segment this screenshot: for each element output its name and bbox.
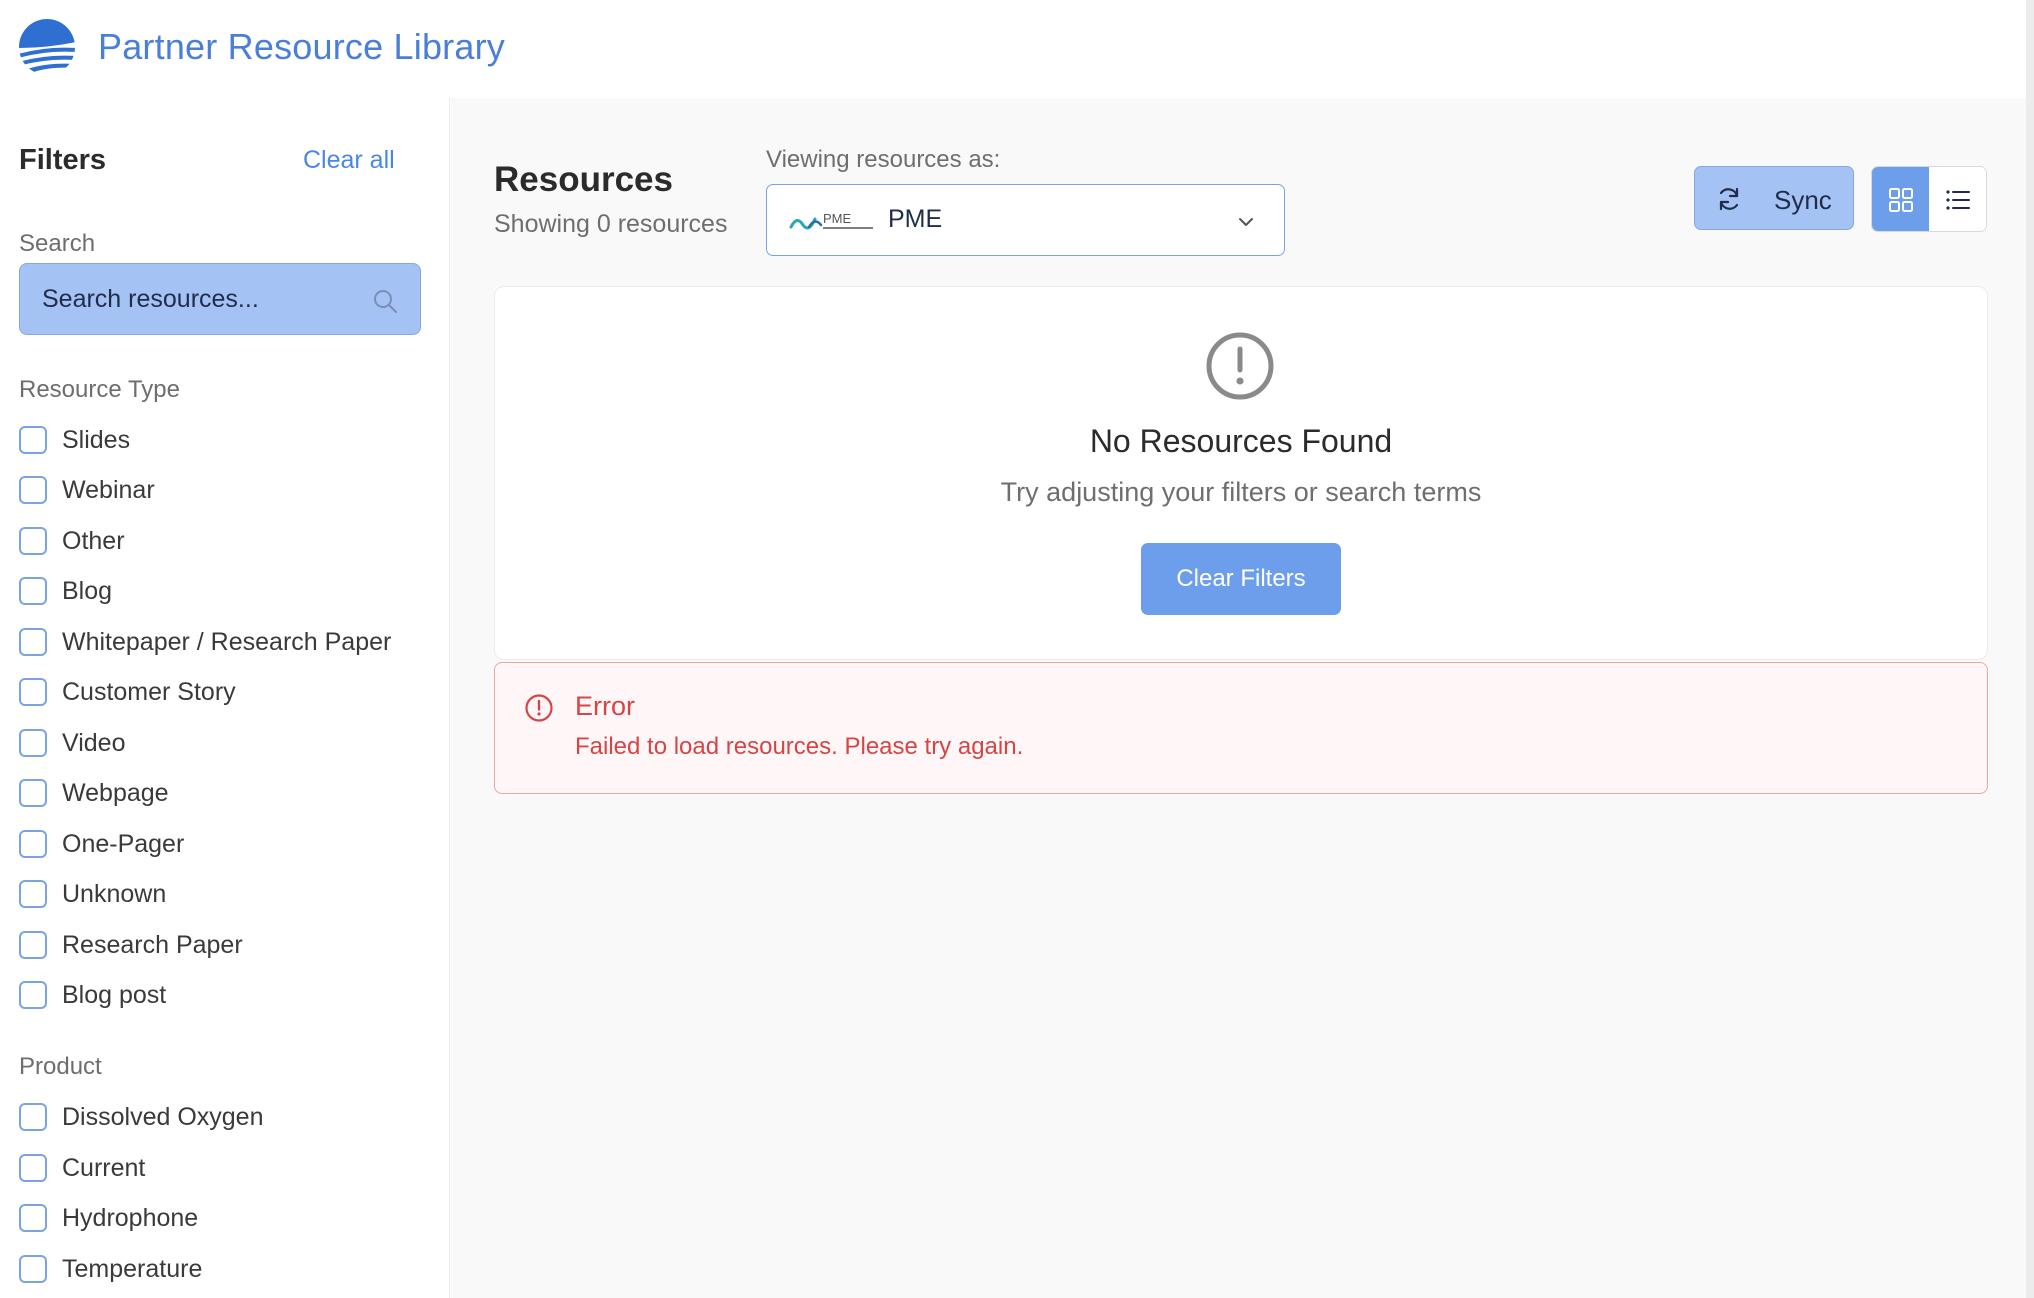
checkbox[interactable]	[19, 830, 47, 858]
checkbox[interactable]	[19, 729, 47, 757]
checkbox[interactable]	[19, 931, 47, 959]
filter-current[interactable]: Current	[19, 1151, 145, 1185]
error-message: Failed to load resources. Please try aga…	[575, 733, 1024, 760]
filter-label: Blog post	[62, 980, 167, 1009]
checkbox[interactable]	[19, 577, 47, 605]
checkbox[interactable]	[19, 527, 47, 555]
filter-webinar[interactable]: Webinar	[19, 473, 155, 507]
error-alert: Error Failed to load resources. Please t…	[494, 662, 1988, 794]
clear-filters-button[interactable]: Clear Filters	[1141, 543, 1341, 615]
alert-circle-icon	[1206, 332, 1274, 400]
empty-state-card: No Resources Found Try adjusting your fi…	[494, 286, 1988, 660]
filter-other[interactable]: Other	[19, 524, 125, 558]
filter-blog[interactable]: Blog	[19, 574, 112, 608]
checkbox[interactable]	[19, 476, 47, 504]
filter-hydrophone[interactable]: Hydrophone	[19, 1201, 198, 1235]
filter-label: Customer Story	[62, 677, 236, 706]
empty-state-subtitle: Try adjusting your filters or search ter…	[1000, 477, 1482, 507]
view-toggle	[1871, 166, 1987, 232]
pme-logo-text: PME	[823, 211, 852, 226]
filter-research-paper[interactable]: Research Paper	[19, 928, 243, 962]
chevron-down-icon	[1239, 218, 1253, 226]
sync-button[interactable]: Sync	[1694, 166, 1854, 230]
filters-sidebar: Filters Clear all Search Resource Type S…	[0, 98, 450, 1298]
app-title: Partner Resource Library	[98, 26, 505, 67]
checkbox[interactable]	[19, 779, 47, 807]
pme-logo-icon: PME	[789, 211, 873, 230]
sync-label: Sync	[1774, 185, 1832, 215]
grid-icon	[1889, 188, 1913, 212]
search-input[interactable]	[42, 264, 362, 334]
page-title: Resources	[494, 160, 673, 199]
checkbox[interactable]	[19, 678, 47, 706]
filter-video[interactable]: Video	[19, 726, 126, 760]
checkbox[interactable]	[19, 1255, 47, 1283]
filter-label: Dissolved Oxygen	[62, 1102, 264, 1131]
resource-count: Showing 0 resources	[494, 210, 728, 238]
checkbox[interactable]	[19, 1103, 47, 1131]
checkbox[interactable]	[19, 981, 47, 1009]
error-circle-icon	[525, 694, 553, 722]
empty-state-title: No Resources Found	[1089, 423, 1393, 459]
filter-label: Video	[62, 728, 126, 757]
filter-dissolved-oxygen[interactable]: Dissolved Oxygen	[19, 1100, 263, 1134]
filter-label: Blog	[62, 576, 113, 605]
filter-customer-story[interactable]: Customer Story	[19, 675, 236, 709]
clear-all-link[interactable]: Clear all	[303, 146, 395, 175]
grid-view-button[interactable]	[1872, 167, 1929, 231]
list-view-button[interactable]	[1929, 167, 1986, 231]
filter-slides[interactable]: Slides	[19, 423, 130, 457]
filter-label: Whitepaper / Research Paper	[62, 627, 392, 656]
filter-webpage[interactable]: Webpage	[19, 776, 169, 810]
filter-unknown[interactable]: Unknown	[19, 877, 166, 911]
filter-whitepaper[interactable]: Whitepaper / Research Paper	[19, 625, 391, 659]
filter-label: Other	[62, 526, 125, 555]
filter-label: Research Paper	[62, 930, 243, 959]
filters-title: Filters	[19, 144, 107, 176]
viewing-as-label: Viewing resources as:	[766, 146, 1001, 173]
checkbox[interactable]	[19, 426, 47, 454]
resource-type-label: Resource Type	[19, 376, 180, 403]
filter-label: Hydrophone	[62, 1203, 199, 1232]
filter-one-pager[interactable]: One-Pager	[19, 827, 184, 861]
partner-select[interactable]: PME PME	[766, 184, 1285, 256]
app-header: Partner Resource Library	[0, 0, 2034, 98]
filter-temperature[interactable]: Temperature	[19, 1252, 202, 1286]
filter-label: Slides	[62, 425, 131, 454]
filter-label: Webinar	[62, 475, 155, 504]
filter-label: Unknown	[62, 879, 167, 908]
checkbox[interactable]	[19, 628, 47, 656]
wave-globe-logo-icon[interactable]	[18, 18, 76, 76]
checkbox[interactable]	[19, 1154, 47, 1182]
product-label: Product	[19, 1053, 102, 1080]
partner-select-value: PME	[888, 205, 943, 233]
search-box[interactable]	[19, 263, 421, 335]
list-icon	[1946, 190, 1970, 210]
error-title: Error	[575, 691, 635, 721]
checkbox[interactable]	[19, 1204, 47, 1232]
main-content: Resources Showing 0 resources Viewing re…	[451, 98, 2026, 1298]
search-label: Search	[19, 230, 96, 257]
filter-label: One-Pager	[62, 829, 185, 858]
filter-label: Temperature	[62, 1254, 203, 1283]
search-icon[interactable]	[372, 288, 398, 314]
scrollbar[interactable]	[2026, 0, 2034, 1298]
filter-label: Current	[62, 1153, 146, 1182]
filter-label: Webpage	[62, 778, 169, 807]
checkbox[interactable]	[19, 880, 47, 908]
refresh-icon	[1719, 187, 1739, 211]
filter-blog-post[interactable]: Blog post	[19, 978, 166, 1012]
